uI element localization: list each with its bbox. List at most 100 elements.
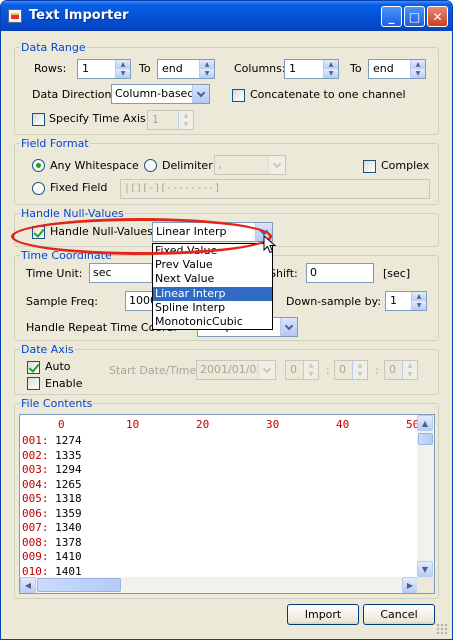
line-value: 1265 (55, 477, 82, 491)
data-direction-combo[interactable]: Column-based (111, 84, 210, 104)
spinner-arrows[interactable]: ▲ ▼ (115, 60, 130, 78)
line-number: 004: (22, 477, 49, 491)
line-value: 1274 (55, 434, 82, 447)
spinner-arrows[interactable]: ▲ ▼ (411, 292, 426, 310)
file-row: 003: 1294 (22, 463, 82, 477)
fixed-field-input[interactable]: |[][-][--------] (120, 179, 430, 199)
line-value: 1335 (55, 448, 82, 462)
handle-null-values-checkbox[interactable] (32, 226, 45, 239)
minute-spinner[interactable]: 0 ▲ ▼ (334, 360, 368, 380)
complex-checkbox[interactable] (363, 160, 376, 173)
rows-to-label: To (139, 62, 151, 75)
group-title: Data Range (20, 41, 87, 54)
concatenate-checkbox[interactable] (232, 89, 245, 102)
columns-from-spinner[interactable]: 1 ▲ ▼ (284, 59, 339, 79)
file-contents-view[interactable]: 0 10 20 30 40 50 001: 1274 002: 1335 003… (19, 414, 435, 594)
columns-from-value: 1 (289, 62, 296, 75)
null-method-dropdown-list[interactable]: Fixed Value Prev Value Next Value Linear… (152, 243, 273, 330)
column-ruler: 0 10 20 30 40 50 (20, 415, 420, 433)
import-button[interactable]: Import (287, 604, 359, 625)
scroll-right-icon[interactable]: ▶ (402, 577, 418, 593)
group-title: Handle Null-Values (20, 207, 125, 220)
downsample-spinner[interactable]: 1 ▲ ▼ (385, 291, 427, 311)
start-datetime-label: Start Date/Time: (109, 364, 200, 377)
time-unit-label: Time Unit: (26, 267, 83, 280)
rows-to-value: end (162, 62, 183, 75)
columns-label: Columns: (234, 62, 286, 75)
title-bar[interactable]: Text Importer _ □ ✕ (1, 1, 452, 31)
horizontal-scroll-thumb[interactable] (37, 578, 121, 592)
time-axis-value: 1 (152, 113, 159, 126)
delimiter-combo[interactable]: , (214, 155, 286, 175)
handle-null-values-label: Handle Null-Values (50, 225, 153, 238)
null-method-combo[interactable]: Linear Interp (152, 222, 273, 242)
chevron-down-icon[interactable] (268, 156, 285, 174)
specify-time-axis-label: Specify Time Axis (49, 112, 146, 125)
downsample-label: Down-sample by: (286, 295, 382, 308)
dropdown-option[interactable]: Spline Interp (153, 301, 272, 315)
shift-input[interactable]: 0 (306, 263, 374, 283)
app-window-icon (8, 9, 22, 23)
line-number: 001: (22, 434, 49, 447)
spinner-arrows[interactable]: ▲ ▼ (303, 361, 318, 379)
start-date-combo[interactable]: 2001/01/01 (196, 360, 276, 380)
scroll-left-icon[interactable]: ◀ (20, 577, 36, 593)
scroll-down-icon[interactable]: ▼ (417, 561, 433, 577)
rows-to-spinner[interactable]: end ▲ ▼ (157, 59, 215, 79)
spinner-arrows[interactable]: ▲ ▼ (402, 361, 417, 379)
scroll-up-icon[interactable]: ▲ (417, 415, 433, 431)
spinner-arrows[interactable]: ▲ ▼ (323, 60, 338, 78)
delimiter-value: , (218, 158, 222, 171)
any-whitespace-label: Any Whitespace (50, 159, 139, 172)
file-row: 002: 1335 (22, 449, 82, 463)
hour-spinner[interactable]: 0 ▲ ▼ (285, 360, 319, 380)
sample-freq-label: Sample Freq: (26, 295, 99, 308)
second-value: 0 (389, 363, 396, 376)
specify-time-axis-checkbox[interactable] (32, 113, 45, 126)
text-importer-window: Text Importer _ □ ✕ Data Range Rows: 1 ▲… (0, 0, 453, 640)
dropdown-option[interactable]: Prev Value (153, 258, 272, 272)
start-date-value: 2001/01/01 (200, 363, 264, 376)
dropdown-option[interactable]: MonotonicCubic (153, 315, 272, 329)
group-title: File Contents (20, 397, 94, 410)
columns-to-label: To (350, 62, 362, 75)
horizontal-scrollbar[interactable]: ◀ ▶ (20, 577, 418, 593)
dropdown-option[interactable]: Fixed Value (153, 244, 272, 258)
group-title: Time Coordinate (20, 249, 113, 262)
columns-to-spinner[interactable]: end ▲ ▼ (368, 59, 426, 79)
spinner-arrows[interactable]: ▲ ▼ (178, 111, 193, 129)
delimiter-radio[interactable] (144, 159, 157, 172)
line-value: 1318 (55, 492, 82, 505)
file-row: 008: 1378 (22, 536, 82, 550)
spinner-arrows[interactable]: ▲ ▼ (410, 60, 425, 78)
maximize-button[interactable]: □ (404, 6, 425, 27)
enable-checkbox[interactable] (27, 377, 40, 390)
line-number: 007: (22, 521, 49, 534)
rows-from-spinner[interactable]: 1 ▲ ▼ (77, 59, 131, 79)
time-unit-value: sec (93, 266, 112, 279)
spinner-arrows[interactable]: ▲ ▼ (199, 60, 214, 78)
any-whitespace-radio[interactable] (32, 159, 45, 172)
minimize-button[interactable]: _ (381, 6, 402, 27)
chevron-down-icon[interactable] (280, 318, 297, 336)
chevron-down-icon[interactable] (192, 85, 209, 103)
resize-grip-icon[interactable] (436, 623, 448, 635)
vertical-scrollbar[interactable]: ▲ ▼ (417, 415, 434, 577)
cancel-button[interactable]: Cancel (363, 604, 435, 625)
second-spinner[interactable]: 0 ▲ ▼ (384, 360, 418, 380)
dropdown-option-highlighted[interactable]: Linear Interp (153, 286, 272, 301)
shift-label: Shift: (269, 267, 298, 280)
line-value: 1410 (55, 550, 82, 563)
line-number: 003: (22, 463, 49, 476)
dropdown-option[interactable]: Next Value (153, 272, 272, 286)
close-button[interactable]: ✕ (427, 6, 448, 27)
fixed-field-radio[interactable] (32, 182, 45, 195)
spinner-arrows[interactable]: ▲ ▼ (352, 361, 367, 379)
auto-checkbox[interactable] (27, 361, 40, 374)
vertical-scroll-thumb[interactable] (418, 433, 433, 445)
chevron-down-icon[interactable] (258, 361, 275, 379)
mouse-pointer-icon (263, 235, 277, 254)
time-axis-spinner[interactable]: 1 ▲ ▼ (147, 110, 194, 130)
enable-label: Enable (45, 377, 83, 390)
file-row: 005: 1318 (22, 492, 82, 506)
